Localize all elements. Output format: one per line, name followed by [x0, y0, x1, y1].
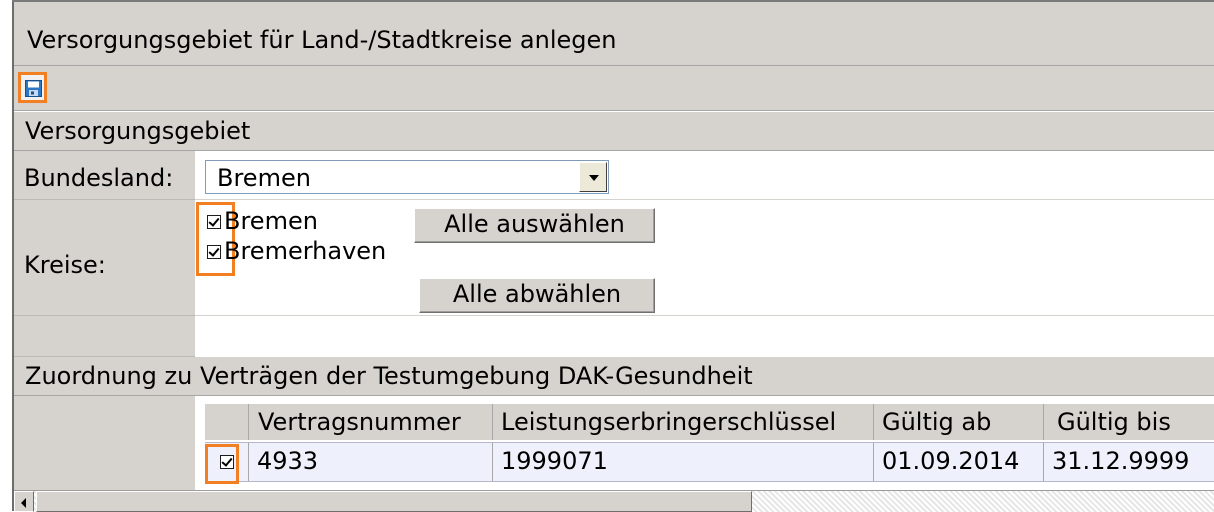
dialog-title: Versorgungsgebiet für Land-/Stadtkreise …: [27, 26, 617, 54]
row-divider: [195, 199, 1214, 200]
grid-header-schluessel[interactable]: Leistungserbringerschlüssel: [493, 404, 874, 440]
dialog-titlebar: Versorgungsgebiet für Land-/Stadtkreise …: [14, 2, 1214, 66]
kreis-checkbox-bremerhaven[interactable]: [207, 245, 221, 259]
row-divider: [195, 315, 1214, 316]
column-label: Gültig ab: [882, 408, 992, 436]
dropdown-arrow-icon[interactable]: [579, 162, 607, 192]
grid-header-gueltig-ab[interactable]: Gültig ab: [874, 404, 1044, 440]
cell-value: 01.09.2014: [882, 447, 1020, 475]
scrollbar-thumb[interactable]: [36, 491, 752, 512]
kreis-label-bremerhaven: Bremerhaven: [224, 237, 387, 265]
save-button[interactable]: [18, 72, 47, 103]
cell-gueltig-bis: 31.12.9999: [1044, 443, 1214, 481]
kreise-label-cell: Kreise:: [14, 200, 195, 316]
column-label: Gültig bis: [1057, 408, 1171, 436]
empty-label-cell: [14, 316, 195, 357]
deselect-all-button[interactable]: Alle abwählen: [419, 278, 655, 313]
vertraege-grid: Vertragsnummer Leistungserbringerschlüss…: [205, 404, 1214, 484]
cell-value: 31.12.9999: [1052, 447, 1190, 475]
section-title: Zuordnung zu Verträgen der Testumgebung …: [25, 362, 753, 390]
column-label: Vertragsnummer: [258, 408, 461, 436]
vertraege-label-cell: [14, 396, 195, 495]
window-left-frame: [0, 0, 14, 511]
section-header-zuordnung: Zuordnung zu Verträgen der Testumgebung …: [14, 357, 1214, 396]
row-checkbox-highlight: [205, 444, 239, 484]
horizontal-scrollbar[interactable]: [14, 490, 1214, 512]
bundesland-selected-value: Bremen: [217, 164, 311, 192]
scroll-left-icon[interactable]: [14, 491, 34, 512]
bundesland-label-cell: Bundesland:: [14, 151, 195, 200]
toolbar: [14, 66, 1214, 111]
grid-header-select: [205, 404, 249, 440]
section-header-versorgungsgebiet: Versorgungsgebiet: [14, 112, 1214, 151]
floppy-disk-icon: [25, 80, 42, 97]
grid-header-row: Vertragsnummer Leistungserbringerschlüss…: [205, 404, 1214, 440]
column-label: Leistungserbringerschlüssel: [501, 408, 837, 436]
cell-vertragsnummer: 4933: [249, 443, 493, 481]
kreise-label: Kreise:: [24, 251, 106, 279]
table-row[interactable]: 4933 1999071 01.09.2014 31.12.9999: [205, 442, 1214, 482]
grid-header-vertragsnummer[interactable]: Vertragsnummer: [249, 404, 493, 440]
bundesland-select[interactable]: Bremen: [205, 160, 609, 194]
cell-gueltig-ab: 01.09.2014: [874, 443, 1044, 481]
kreis-label-bremen: Bremen: [224, 207, 318, 235]
grid-header-gueltig-bis[interactable]: Gültig bis: [1044, 404, 1214, 440]
cell-schluessel: 1999071: [493, 443, 874, 481]
section-title: Versorgungsgebiet: [25, 117, 251, 145]
cell-value: 4933: [257, 447, 319, 475]
select-all-button[interactable]: Alle auswählen: [414, 208, 655, 243]
kreis-checkbox-bremen[interactable]: [207, 215, 221, 229]
cell-value: 1999071: [501, 447, 608, 475]
bundesland-label: Bundesland:: [24, 164, 174, 192]
